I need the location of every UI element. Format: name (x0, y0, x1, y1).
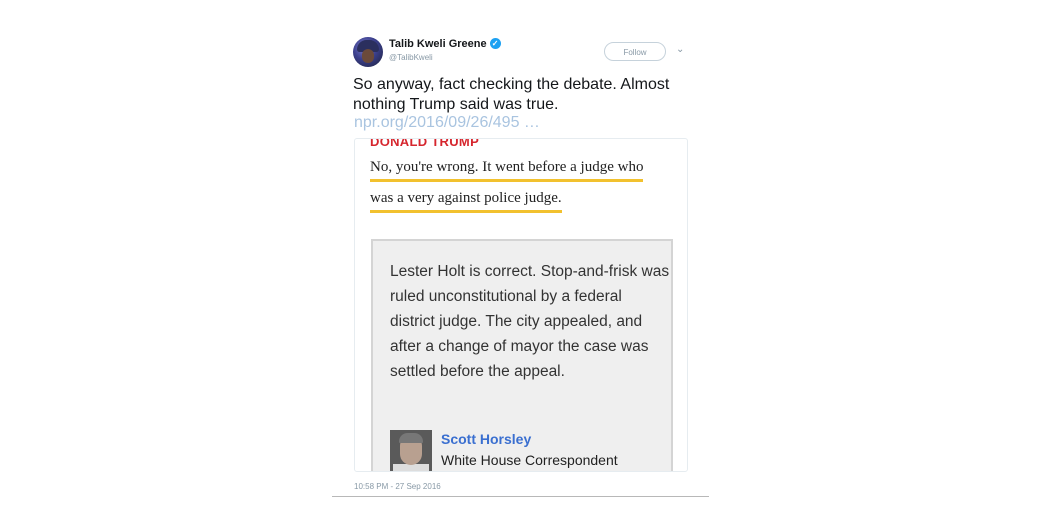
speaker-name: DONALD TRUMP (370, 138, 480, 149)
divider (332, 496, 709, 497)
chevron-down-icon[interactable]: ⌄ (676, 44, 684, 55)
avatar[interactable] (353, 37, 383, 67)
fact-check-box: Lester Holt is correct. Stop-and-frisk w… (371, 239, 673, 471)
tweet-link[interactable]: npr.org/2016/09/26/495 … (354, 114, 540, 132)
tweet-timestamp[interactable]: 10:58 PM - 27 Sep 2016 (354, 482, 441, 491)
author-name[interactable]: Scott Horsley (441, 431, 531, 447)
tweet-text: So anyway, fact checking the debate. Alm… (353, 76, 670, 113)
user-handle[interactable]: @TalibKweli (389, 53, 433, 62)
display-name[interactable]: Talib Kweli Greene (389, 38, 487, 50)
quote-line-2: was a very against police judge. (370, 190, 562, 213)
follow-button[interactable]: Follow (604, 42, 666, 61)
tweet: Talib Kweli Greene ✓ @TalibKweli Follow ⌄… (332, 0, 709, 519)
author-photo (390, 430, 432, 471)
author-title: White House Correspondent (441, 452, 618, 468)
fact-check-text: Lester Holt is correct. Stop-and-frisk w… (390, 263, 670, 380)
quote-line-1: No, you're wrong. It went before a judge… (370, 159, 644, 182)
embedded-image[interactable]: DONALD TRUMP No, you're wrong. It went b… (354, 138, 688, 472)
user-name-row[interactable]: Talib Kweli Greene ✓ (389, 38, 501, 50)
verified-badge-icon: ✓ (489, 38, 501, 49)
